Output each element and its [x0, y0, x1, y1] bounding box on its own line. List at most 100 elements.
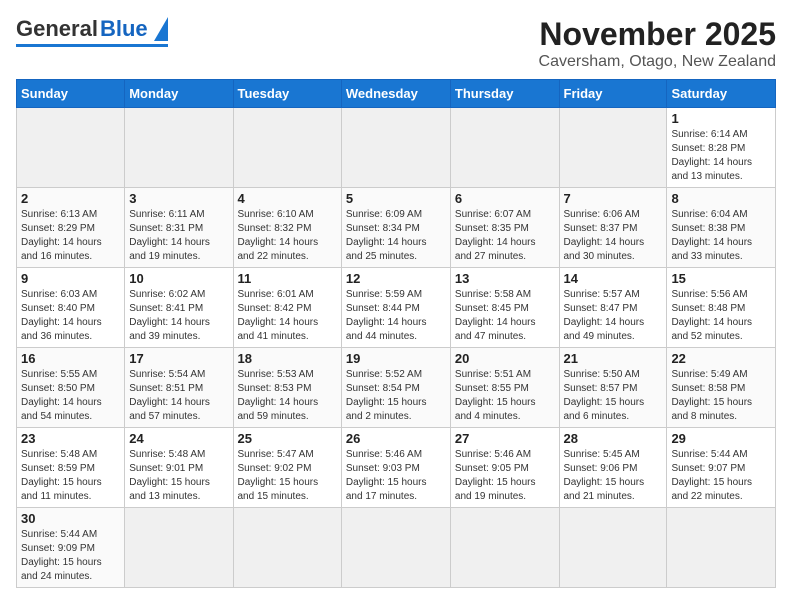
- calendar-cell: 19 Sunrise: 5:52 AM Sunset: 8:54 PM Dayli…: [341, 348, 450, 428]
- calendar-cell: 12Sunrise: 5:59 AM Sunset: 8:44 PM Dayli…: [341, 268, 450, 348]
- day-info: Sunrise: 5:52 AM Sunset: 8:54 PM Dayligh…: [346, 368, 446, 424]
- calendar-cell: 16 Sunrise: 5:55 AM Sunset: 8:50 PM Dayli…: [17, 348, 125, 428]
- day-number: 26: [346, 431, 446, 446]
- day-number: 22: [671, 351, 771, 366]
- day-info: Sunrise: 5:44 AM Sunset: 9:09 PM Dayligh…: [21, 528, 120, 584]
- day-info: Sunrise: 5:48 AM Sunset: 9:01 PM Dayligh…: [129, 448, 228, 504]
- calendar-cell: [559, 508, 667, 588]
- calendar-cell: 3 Sunrise: 6:11 AM Sunset: 8:31 PM Daylig…: [125, 188, 233, 268]
- calendar-cell: 2 Sunrise: 6:13 AM Sunset: 8:29 PM Daylig…: [17, 188, 125, 268]
- calendar-cell: 14 Sunrise: 5:57 AM Sunset: 8:47 PM Dayli…: [559, 268, 667, 348]
- calendar-cell: [125, 508, 233, 588]
- calendar-cell: 15 Sunrise: 5:56 AM Sunset: 8:48 PM Dayli…: [667, 268, 776, 348]
- week-row-3: 9Sunrise: 6:03 AM Sunset: 8:40 PM Daylig…: [17, 268, 776, 348]
- day-info: Sunrise: 5:57 AM Sunset: 8:47 PM Dayligh…: [564, 288, 663, 344]
- day-info: Sunrise: 6:06 AM Sunset: 8:37 PM Dayligh…: [564, 208, 663, 264]
- week-row-2: 2 Sunrise: 6:13 AM Sunset: 8:29 PM Daylig…: [17, 188, 776, 268]
- day-number: 14: [564, 271, 663, 286]
- day-info: Sunrise: 5:49 AM Sunset: 8:58 PM Dayligh…: [671, 368, 771, 424]
- day-info: Sunrise: 6:07 AM Sunset: 8:35 PM Dayligh…: [455, 208, 555, 264]
- day-number: 11: [238, 271, 337, 286]
- day-number: 20: [455, 351, 555, 366]
- logo-underline: [16, 44, 168, 47]
- calendar-cell: [125, 108, 233, 188]
- day-number: 15: [671, 271, 771, 286]
- calendar-cell: 24Sunrise: 5:48 AM Sunset: 9:01 PM Dayli…: [125, 428, 233, 508]
- day-number: 28: [564, 431, 663, 446]
- week-row-4: 16 Sunrise: 5:55 AM Sunset: 8:50 PM Dayli…: [17, 348, 776, 428]
- col-header-sunday: Sunday: [17, 80, 125, 108]
- calendar-cell: [233, 508, 341, 588]
- day-number: 2: [21, 191, 120, 206]
- calendar-cell: 17 Sunrise: 5:54 AM Sunset: 8:51 PM Dayli…: [125, 348, 233, 428]
- day-number: 17: [129, 351, 228, 366]
- day-number: 25: [238, 431, 337, 446]
- calendar-cell: 7 Sunrise: 6:06 AM Sunset: 8:37 PM Daylig…: [559, 188, 667, 268]
- day-info: Sunrise: 6:09 AM Sunset: 8:34 PM Dayligh…: [346, 208, 446, 264]
- day-info: Sunrise: 5:53 AM Sunset: 8:53 PM Dayligh…: [238, 368, 337, 424]
- day-number: 10: [129, 271, 228, 286]
- day-info: Sunrise: 6:02 AM Sunset: 8:41 PM Dayligh…: [129, 288, 228, 344]
- calendar-cell: 1 Sunrise: 6:14 AM Sunset: 8:28 PM Daylig…: [667, 108, 776, 188]
- day-info: Sunrise: 6:11 AM Sunset: 8:31 PM Dayligh…: [129, 208, 228, 264]
- week-row-6: 30 Sunrise: 5:44 AM Sunset: 9:09 PM Dayli…: [17, 508, 776, 588]
- calendar-cell: 22 Sunrise: 5:49 AM Sunset: 8:58 PM Dayli…: [667, 348, 776, 428]
- location-title: Caversham, Otago, New Zealand: [539, 53, 776, 71]
- day-info: Sunrise: 5:59 AM Sunset: 8:44 PM Dayligh…: [346, 288, 446, 344]
- calendar-cell: [559, 108, 667, 188]
- logo-general-text: General: [16, 16, 98, 42]
- calendar-cell: 29 Sunrise: 5:44 AM Sunset: 9:07 PM Dayli…: [667, 428, 776, 508]
- day-info: Sunrise: 6:01 AM Sunset: 8:42 PM Dayligh…: [238, 288, 337, 344]
- logo-triangle-icon: [154, 17, 168, 41]
- day-info: Sunrise: 5:50 AM Sunset: 8:57 PM Dayligh…: [564, 368, 663, 424]
- day-number: 8: [671, 191, 771, 206]
- page-header: General Blue November 2025 Caversham, Ot…: [16, 16, 776, 71]
- day-info: Sunrise: 6:14 AM Sunset: 8:28 PM Dayligh…: [671, 128, 771, 184]
- calendar-cell: 30 Sunrise: 5:44 AM Sunset: 9:09 PM Dayli…: [17, 508, 125, 588]
- calendar-cell: [667, 508, 776, 588]
- calendar-cell: [341, 508, 450, 588]
- day-number: 1: [671, 111, 771, 126]
- calendar-cell: [17, 108, 125, 188]
- week-row-1: 1 Sunrise: 6:14 AM Sunset: 8:28 PM Daylig…: [17, 108, 776, 188]
- day-info: Sunrise: 6:03 AM Sunset: 8:40 PM Dayligh…: [21, 288, 120, 344]
- calendar-cell: 20Sunrise: 5:51 AM Sunset: 8:55 PM Dayli…: [450, 348, 559, 428]
- day-info: Sunrise: 5:44 AM Sunset: 9:07 PM Dayligh…: [671, 448, 771, 504]
- day-info: Sunrise: 6:13 AM Sunset: 8:29 PM Dayligh…: [21, 208, 120, 264]
- day-number: 7: [564, 191, 663, 206]
- day-number: 19: [346, 351, 446, 366]
- day-info: Sunrise: 6:04 AM Sunset: 8:38 PM Dayligh…: [671, 208, 771, 264]
- logo: General Blue: [16, 16, 168, 47]
- calendar-cell: 8 Sunrise: 6:04 AM Sunset: 8:38 PM Daylig…: [667, 188, 776, 268]
- calendar-cell: 9Sunrise: 6:03 AM Sunset: 8:40 PM Daylig…: [17, 268, 125, 348]
- day-number: 5: [346, 191, 446, 206]
- day-number: 16: [21, 351, 120, 366]
- calendar-cell: 10 Sunrise: 6:02 AM Sunset: 8:41 PM Dayli…: [125, 268, 233, 348]
- day-number: 13: [455, 271, 555, 286]
- day-info: Sunrise: 5:56 AM Sunset: 8:48 PM Dayligh…: [671, 288, 771, 344]
- day-number: 18: [238, 351, 337, 366]
- day-info: Sunrise: 5:45 AM Sunset: 9:06 PM Dayligh…: [564, 448, 663, 504]
- col-header-tuesday: Tuesday: [233, 80, 341, 108]
- calendar-cell: 21Sunrise: 5:50 AM Sunset: 8:57 PM Dayli…: [559, 348, 667, 428]
- day-number: 27: [455, 431, 555, 446]
- calendar-cell: 28 Sunrise: 5:45 AM Sunset: 9:06 PM Dayli…: [559, 428, 667, 508]
- day-info: Sunrise: 5:58 AM Sunset: 8:45 PM Dayligh…: [455, 288, 555, 344]
- day-info: Sunrise: 5:46 AM Sunset: 9:05 PM Dayligh…: [455, 448, 555, 504]
- day-info: Sunrise: 5:55 AM Sunset: 8:50 PM Dayligh…: [21, 368, 120, 424]
- day-info: Sunrise: 5:54 AM Sunset: 8:51 PM Dayligh…: [129, 368, 228, 424]
- calendar-cell: [341, 108, 450, 188]
- day-info: Sunrise: 6:10 AM Sunset: 8:32 PM Dayligh…: [238, 208, 337, 264]
- calendar-cell: 25Sunrise: 5:47 AM Sunset: 9:02 PM Dayli…: [233, 428, 341, 508]
- logo-blue-text: Blue: [100, 16, 148, 42]
- calendar-cell: 26 Sunrise: 5:46 AM Sunset: 9:03 PM Dayli…: [341, 428, 450, 508]
- calendar-cell: 4Sunrise: 6:10 AM Sunset: 8:32 PM Daylig…: [233, 188, 341, 268]
- calendar-header-row: SundayMondayTuesdayWednesdayThursdayFrid…: [17, 80, 776, 108]
- calendar-cell: 18 Sunrise: 5:53 AM Sunset: 8:53 PM Dayli…: [233, 348, 341, 428]
- day-number: 3: [129, 191, 228, 206]
- day-info: Sunrise: 5:46 AM Sunset: 9:03 PM Dayligh…: [346, 448, 446, 504]
- day-number: 29: [671, 431, 771, 446]
- day-number: 30: [21, 511, 120, 526]
- col-header-saturday: Saturday: [667, 80, 776, 108]
- calendar-table: SundayMondayTuesdayWednesdayThursdayFrid…: [16, 79, 776, 588]
